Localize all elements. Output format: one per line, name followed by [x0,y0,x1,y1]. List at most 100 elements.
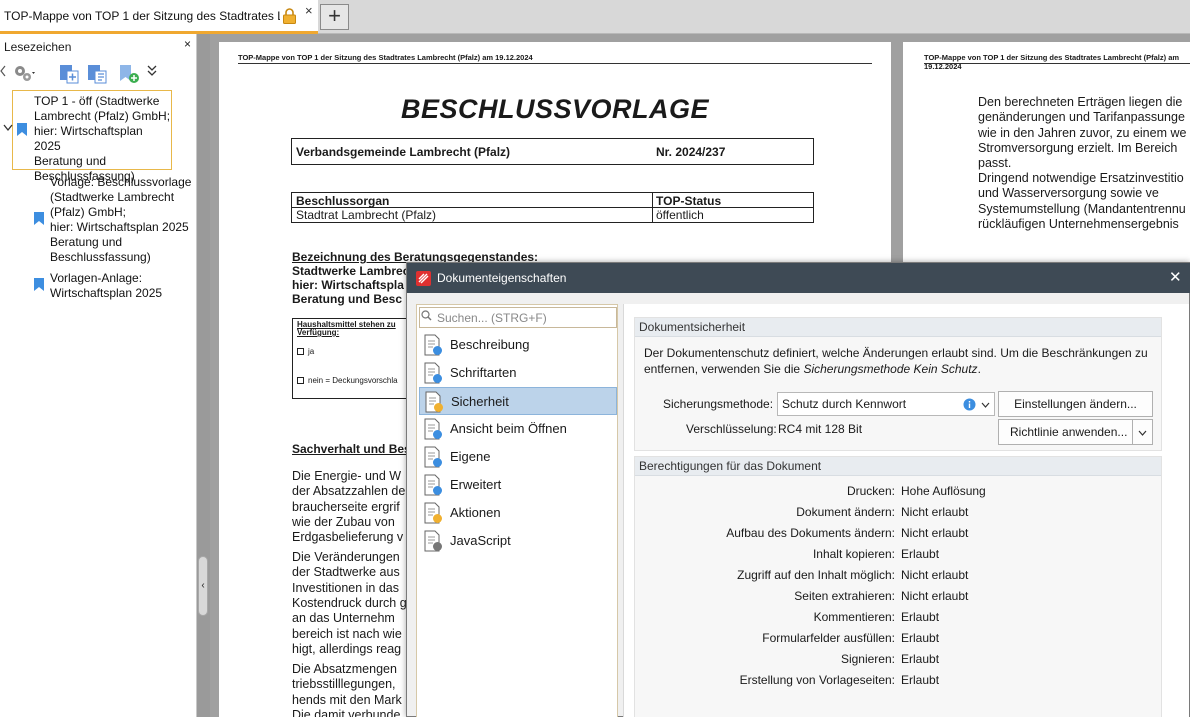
encryption-value: RC4 mit 128 Bit [778,422,863,436]
tab-close-icon[interactable]: × [305,3,313,18]
new-bookmark-from-structure-icon[interactable] [117,63,141,85]
permission-value: Erlaubt [901,673,940,687]
bookmark-item-vorlage[interactable]: Vorlage: Beschlussvorlage (Stadtwerke La… [32,174,194,266]
security-description: Der Dokumentenschutz definiert, welche Ä… [644,346,1148,360]
apply-policy-label: Richtlinie anwenden... [1010,425,1128,439]
security-method-value: Schutz durch Kennwort [782,397,907,411]
col-head-organ: Beschlussorgan [296,194,390,208]
permission-value: Nicht erlaubt [901,505,969,519]
gear-icon[interactable] [11,63,37,83]
nav-item-custom-properties[interactable]: Eigene [419,443,617,471]
bookmarks-title: Lesezeichen [4,40,72,54]
tab-title: TOP-Mappe von TOP 1 der Sitzung des Stad… [4,8,280,23]
paragraph-line: der Stadtwerke aus [292,565,400,580]
document-tab[interactable]: TOP-Mappe von TOP 1 der Sitzung des Stad… [0,0,318,34]
bezeichnung-line: Beratung und Besc [292,292,403,306]
bookmark-ribbon-icon [34,212,44,225]
tab-bar: TOP-Mappe von TOP 1 der Sitzung des Stad… [0,0,1190,34]
view-on-open-icon [424,418,442,440]
nav-item-javascript[interactable]: JavaScript [419,527,617,555]
app-logo-icon [416,271,431,286]
permission-label: Dokument ändern: [796,505,895,519]
paragraph-line: Systemumstellung (Mandantentrennu [978,201,1186,216]
haushalt-box: Haushaltsmittel stehen zu Verfügung: ja … [292,318,422,399]
search-input[interactable]: Suchen... (STRG+F) [419,307,617,328]
sachverhalt-heading: Sachverhalt und Bes [292,442,411,456]
advanced-icon [424,474,442,496]
collapse-left-icon[interactable] [0,65,6,77]
close-icon[interactable]: ✕ [1169,268,1182,286]
page-header: TOP-Mappe von TOP 1 der Sitzung des Stad… [238,53,533,62]
haushalt-label: Verfügung: [297,328,340,337]
chevron-down-icon [1138,430,1147,436]
vorlage-nr: Nr. 2024/237 [656,145,726,159]
apply-policy-dropdown[interactable] [1132,420,1152,444]
paragraph-line: triebsstilllegungen, [292,677,396,692]
nein-option: nein = Deckungsvorschla [297,374,398,388]
permission-value: Erlaubt [901,652,940,666]
paragraph-line: Stromversorgung erzielt. Im Bereich [978,140,1178,155]
bookmarks-close-icon[interactable]: × [184,37,191,51]
chevron-down-double-icon[interactable] [147,65,157,77]
ja-option: ja [297,345,314,359]
permission-value: Nicht erlaubt [901,589,969,603]
document-heading: BESCHLUSSVORLAGE [400,94,710,124]
permission-value: Erlaubt [901,610,940,624]
security-method-select[interactable]: Schutz durch Kennwort [777,392,995,416]
add-child-bookmark-icon[interactable] [86,63,108,85]
nav-item-security[interactable]: Sicherheit [419,387,617,415]
paragraph-line: passt. [978,156,1012,171]
nav-label: Erweitert [450,477,502,492]
bookmark-item-top1[interactable]: TOP 1 - öff (Stadtwerke Lambrecht (Pfalz… [12,90,172,183]
organ-value: Stadtrat Lambrecht (Pfalz) [296,208,437,222]
bookmarks-panel: Lesezeichen × TOP 1 - öff (Stadtwerke La… [0,34,197,717]
permission-label: Erstellung von Vorlageseiten: [739,673,895,687]
description-icon [424,334,442,356]
permission-label: Formularfelder ausfüllen: [762,631,895,645]
paragraph-line: an das Unternehm [292,611,395,626]
nav-label: Eigene [450,449,491,464]
permission-value: Nicht erlaubt [901,526,969,540]
bezeichnung-line: Stadtwerke Lambrec [292,264,410,278]
nav-item-advanced[interactable]: Erweitert [419,471,617,499]
javascript-icon [424,530,442,552]
permission-value: Erlaubt [901,547,940,561]
nav-label: Aktionen [450,505,501,520]
actions-icon [424,502,442,524]
nav-item-description[interactable]: Beschreibung [419,331,617,359]
permission-value: Erlaubt [901,631,940,645]
bezeichnung-line: hier: Wirtschaftspla [292,278,404,292]
nav-item-view-on-open[interactable]: Ansicht beim Öffnen [419,415,617,443]
search-icon [421,310,432,321]
permission-label: Seiten extrahieren: [794,589,895,603]
permissions-group: Berechtigungen für das Dokument Drucken:… [634,456,1162,717]
bookmark-label: Vorlagen-Anlage: Wirtschaftsplan 2025 [50,271,163,300]
chevron-down-icon[interactable] [3,124,13,132]
paragraph-line: Erdgasbelieferung v [292,530,404,545]
bookmark-label: Vorlage: Beschlussvorlage (Stadtwerke La… [50,175,192,264]
paragraph-line: bereich ist nach wie [292,626,402,641]
bookmark-item-anlage[interactable]: Vorlagen-Anlage: Wirtschaftsplan 2025 [32,270,194,302]
new-tab-button[interactable]: + [320,4,349,30]
add-bookmark-icon[interactable] [58,63,80,85]
org-name: Verbandsgemeinde Lambrecht (Pfalz) [296,145,511,159]
paragraph-line: hends mit den Mark [292,692,402,707]
header-rule [238,63,872,64]
nav-label: Sicherheit [451,394,509,409]
fonts-icon [424,362,442,384]
bookmarks-toolbar [0,59,197,87]
nav-item-actions[interactable]: Aktionen [419,499,617,527]
custom-properties-icon [424,446,442,468]
change-settings-button[interactable]: Einstellungen ändern... [998,391,1153,417]
paragraph-line: Die damit verbunde [292,707,401,717]
col-head-status: TOP-Status [656,194,722,208]
nav-item-fonts[interactable]: Schriftarten [419,359,617,387]
organ-table: Beschlussorgan TOP-Status Stadtrat Lambr… [291,192,814,223]
document-properties-dialog: Dokumenteigenschaften ✕ Suchen... (STRG+… [406,262,1190,717]
paragraph-line: wie der Zubau von [292,514,395,529]
info-icon [963,398,976,411]
panel-collapse-handle[interactable]: ‹ [198,556,208,616]
apply-policy-button[interactable]: Richtlinie anwenden... [998,419,1153,445]
org-box: Verbandsgemeinde Lambrecht (Pfalz) Nr. 2… [291,138,814,165]
permission-label: Zugriff auf den Inhalt möglich: [737,568,895,582]
